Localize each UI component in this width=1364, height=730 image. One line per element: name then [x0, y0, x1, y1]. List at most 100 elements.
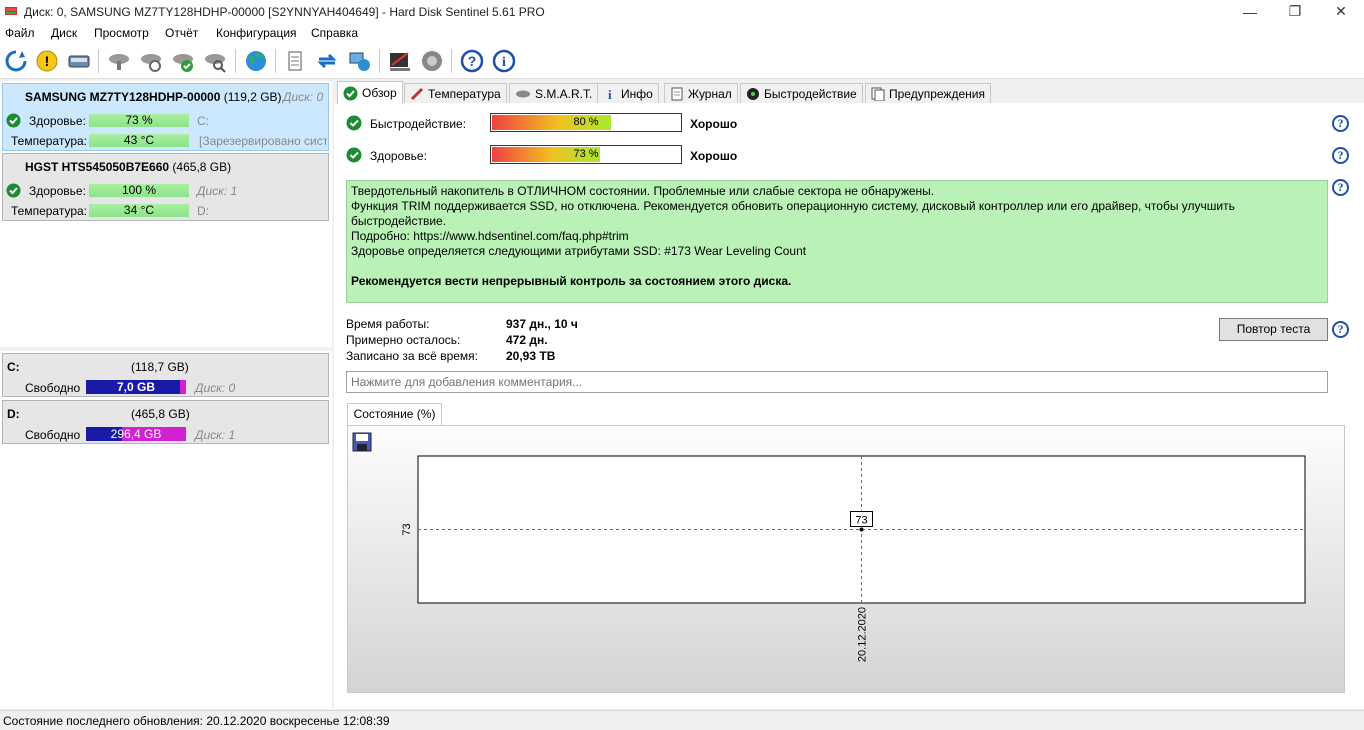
disk-small-icon	[516, 90, 530, 97]
partition-size: (465,8 GB)	[131, 407, 190, 421]
info-icon[interactable]: i	[490, 47, 518, 75]
disk-refresh-icon[interactable]	[137, 47, 165, 75]
health-bar: 73 %	[89, 114, 189, 127]
ok-check-icon	[343, 86, 358, 100]
disk-check-icon[interactable]	[169, 47, 197, 75]
temperature-bar: 43 °C	[89, 134, 189, 147]
tab-info[interactable]: i Инфо	[597, 83, 659, 103]
refresh-icon[interactable]	[2, 47, 30, 75]
comment-input[interactable]	[346, 371, 1328, 393]
health-label: Здоровье:	[29, 184, 86, 198]
uptime-value: 937 дн., 10 ч	[506, 317, 578, 331]
tab-health-history[interactable]: Состояние (%)	[347, 403, 442, 425]
tab-warnings[interactable]: Предупреждения	[865, 83, 991, 103]
network-icon[interactable]	[345, 47, 373, 75]
menu-help[interactable]: Справка	[311, 26, 358, 40]
help-icon[interactable]: ?	[458, 47, 486, 75]
health-chart: 73 73 20.12.2020	[347, 425, 1345, 693]
partition-item-c[interactable]: C: (118,7 GB) Свободно 7,0 GB Диск: 0	[2, 353, 329, 397]
disk-number: Диск: 1	[195, 428, 236, 442]
health-status: Хорошо	[690, 149, 738, 163]
report-icon[interactable]	[281, 47, 309, 75]
thermometer-icon	[410, 87, 424, 100]
disk-icon[interactable]	[65, 47, 93, 75]
splitter[interactable]	[0, 347, 332, 351]
data-point	[859, 527, 864, 532]
health-label: Здоровье:	[29, 114, 86, 128]
disk-name: SAMSUNG MZ7TY128HDHP-00000	[25, 90, 221, 104]
uptime-label: Время работы:	[346, 317, 430, 331]
performance-status: Хорошо	[690, 117, 738, 131]
status-description: Твердотельный накопитель в ОТЛИЧНОМ сост…	[346, 180, 1328, 303]
partition-item-d[interactable]: D: (465,8 GB) Свободно 296,4 GB Диск: 1	[2, 400, 329, 444]
disk-gray-icon[interactable]	[105, 47, 133, 75]
disk-number: Диск: 0	[195, 381, 236, 395]
ok-check-icon	[6, 113, 21, 128]
sound-icon[interactable]	[418, 47, 446, 75]
tab-performance[interactable]: Быстродействие	[740, 83, 863, 103]
globe-icon[interactable]	[242, 47, 270, 75]
performance-bar: 80 %	[490, 113, 682, 132]
toolbar: ! ? i	[0, 43, 1364, 79]
minimize-button[interactable]: —	[1227, 0, 1273, 23]
retest-button[interactable]: Повтор теста	[1219, 318, 1328, 341]
tab-overview[interactable]: Обзор	[337, 81, 403, 104]
status-bar: Состояние последнего обновления: 20.12.2…	[0, 710, 1364, 730]
menu-file[interactable]: Файл	[5, 26, 35, 40]
health-label: Здоровье:	[370, 149, 427, 163]
app-icon	[5, 7, 17, 15]
tab-temperature[interactable]: Температура	[404, 83, 507, 103]
warnings-icon	[871, 87, 885, 101]
y-tick-label: 73	[401, 523, 413, 535]
health-bar: 73 %	[490, 145, 682, 164]
x-tick-label: 20.12.2020	[857, 607, 869, 662]
help-icon[interactable]: ?	[1332, 321, 1349, 338]
free-space-bar: 296,4 GB	[86, 427, 186, 441]
title-bar: Диск: 0, SAMSUNG MZ7TY128HDHP-00000 [S2Y…	[0, 0, 1364, 23]
log-icon	[671, 87, 683, 100]
disk-number: Диск: 0	[283, 90, 324, 104]
partition-letter: C:	[7, 360, 20, 374]
menu-bar: Файл Диск Просмотр Отчёт Конфигурация Сп…	[0, 23, 1364, 43]
ok-check-icon	[346, 147, 362, 163]
help-icon[interactable]: ?	[1332, 115, 1349, 132]
remaining-value: 472 дн.	[506, 333, 548, 347]
window-title: Диск: 0, SAMSUNG MZ7TY128HDHP-00000 [S2Y…	[24, 5, 545, 19]
disk-size: (119,2 GB)	[223, 90, 282, 104]
disk-name: HGST HTS545050B7E660	[25, 160, 170, 174]
drive-letters: D:	[197, 204, 209, 218]
disk-list-panel: SAMSUNG MZ7TY128HDHP-00000 (119,2 GB) Ди…	[0, 81, 332, 709]
menu-report[interactable]: Отчёт	[165, 26, 198, 40]
tab-bar: Обзор Температура S.M.A.R.T. i Инфо Журна…	[334, 81, 1364, 104]
temperature-bar: 34 °C	[89, 204, 189, 217]
help-icon[interactable]: ?	[1332, 179, 1349, 196]
alert-icon[interactable]: !	[33, 47, 61, 75]
disk-item-1[interactable]: HGST HTS545050B7E660 (465,8 GB) Здоровье…	[2, 153, 329, 221]
menu-view[interactable]: Просмотр	[94, 26, 149, 40]
free-label: Свободно	[25, 381, 81, 395]
written-label: Записано за всё время:	[346, 349, 478, 363]
tab-log[interactable]: Журнал	[664, 83, 738, 103]
svg-text:?: ?	[468, 53, 477, 69]
tab-smart[interactable]: S.M.A.R.T.	[509, 83, 599, 103]
written-value: 20,93 TB	[506, 349, 556, 363]
close-button[interactable]: ✕	[1318, 0, 1364, 23]
menu-disk[interactable]: Диск	[51, 26, 77, 40]
temperature-label: Температура:	[11, 204, 88, 218]
free-label: Свободно	[25, 428, 81, 442]
help-icon[interactable]: ?	[1332, 147, 1349, 164]
drive-letters: C:	[197, 114, 209, 128]
reserved-label: [Зарезервировано системой]	[199, 134, 327, 148]
transfer-icon[interactable]	[313, 47, 341, 75]
disk-item-0[interactable]: SAMSUNG MZ7TY128HDHP-00000 (119,2 GB) Ди…	[2, 83, 329, 151]
maximize-button[interactable]: ❐	[1272, 0, 1318, 23]
partition-size: (118,7 GB)	[131, 360, 189, 374]
disk-search-icon[interactable]	[201, 47, 229, 75]
health-bar: 100 %	[89, 184, 189, 197]
faq-link[interactable]: Подробно: https://www.hdsentinel.com/faq…	[351, 229, 1323, 244]
menu-config[interactable]: Конфигурация	[216, 26, 297, 40]
overview-panel: Обзор Температура S.M.A.R.T. i Инфо Журна…	[334, 81, 1364, 709]
partition-letter: D:	[7, 407, 20, 421]
svg-text:i: i	[502, 55, 506, 70]
surface-test-icon[interactable]	[386, 47, 414, 75]
